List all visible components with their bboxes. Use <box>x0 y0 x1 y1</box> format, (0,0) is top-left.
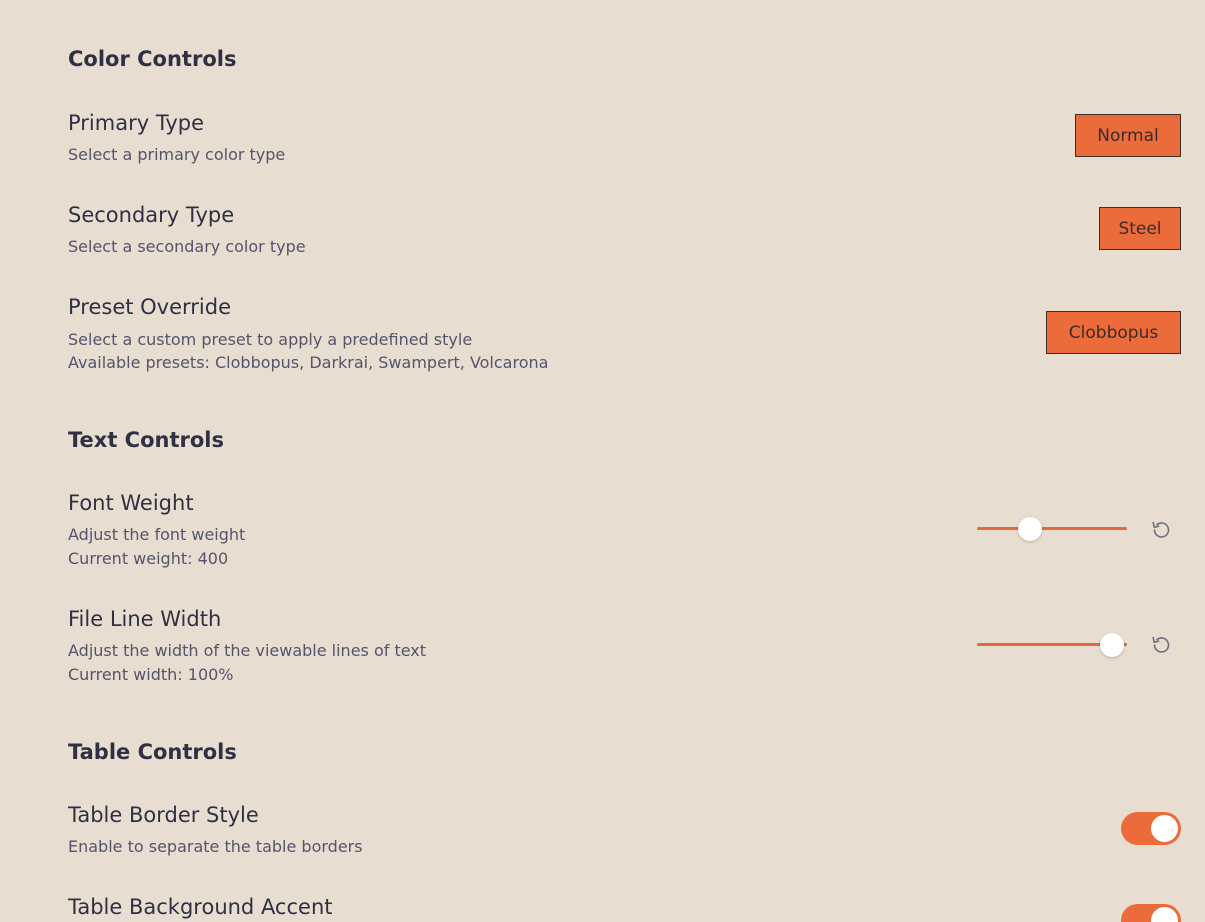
table-border-style-toggle[interactable] <box>1121 812 1181 845</box>
line-width-slider[interactable] <box>977 633 1127 657</box>
table-background-accent-toggle[interactable] <box>1121 904 1181 922</box>
secondary-type-value: Steel <box>1118 218 1162 239</box>
font-weight-slider-thumb[interactable] <box>1017 517 1042 541</box>
table-background-accent-label: Table Background Accent <box>68 895 333 919</box>
color-controls-heading: Color Controls <box>68 47 237 71</box>
primary-type-label: Primary Type <box>68 111 205 135</box>
preset-override-dropdown[interactable]: Clobbopus <box>1046 311 1181 354</box>
line-width-description: Adjust the width of the viewable lines o… <box>68 641 427 660</box>
table-background-accent-toggle-knob <box>1151 907 1178 922</box>
line-width-reset-icon[interactable] <box>1149 633 1173 657</box>
secondary-type-label: Secondary Type <box>68 203 235 227</box>
preset-override-available: Available presets: Clobbopus, Darkrai, S… <box>68 353 549 372</box>
font-weight-current: Current weight: 400 <box>68 549 229 568</box>
font-weight-slider[interactable] <box>977 517 1127 541</box>
secondary-type-description: Select a secondary color type <box>68 237 306 256</box>
table-border-style-description: Enable to separate the table borders <box>68 837 363 856</box>
table-border-style-label: Table Border Style <box>68 803 259 827</box>
preset-override-label: Preset Override <box>68 295 232 319</box>
primary-type-dropdown[interactable]: Normal <box>1075 114 1181 157</box>
table-border-style-toggle-knob <box>1151 815 1178 842</box>
font-weight-label: Font Weight <box>68 491 194 515</box>
table-controls-heading: Table Controls <box>68 740 237 764</box>
preset-override-value: Clobbopus <box>1068 322 1159 343</box>
secondary-type-dropdown[interactable]: Steel <box>1099 207 1181 250</box>
text-controls-heading: Text Controls <box>68 428 224 452</box>
font-weight-description: Adjust the font weight <box>68 525 246 544</box>
font-weight-slider-track <box>977 527 1127 530</box>
preset-override-description: Select a custom preset to apply a predef… <box>68 330 473 349</box>
primary-type-description: Select a primary color type <box>68 145 286 164</box>
font-weight-reset-icon[interactable] <box>1149 518 1173 542</box>
line-width-label: File Line Width <box>68 607 222 631</box>
settings-page: Color Controls Primary Type Select a pri… <box>0 0 1205 922</box>
line-width-current: Current width: 100% <box>68 665 234 684</box>
line-width-slider-thumb[interactable] <box>1100 633 1124 657</box>
primary-type-value: Normal <box>1097 125 1159 146</box>
